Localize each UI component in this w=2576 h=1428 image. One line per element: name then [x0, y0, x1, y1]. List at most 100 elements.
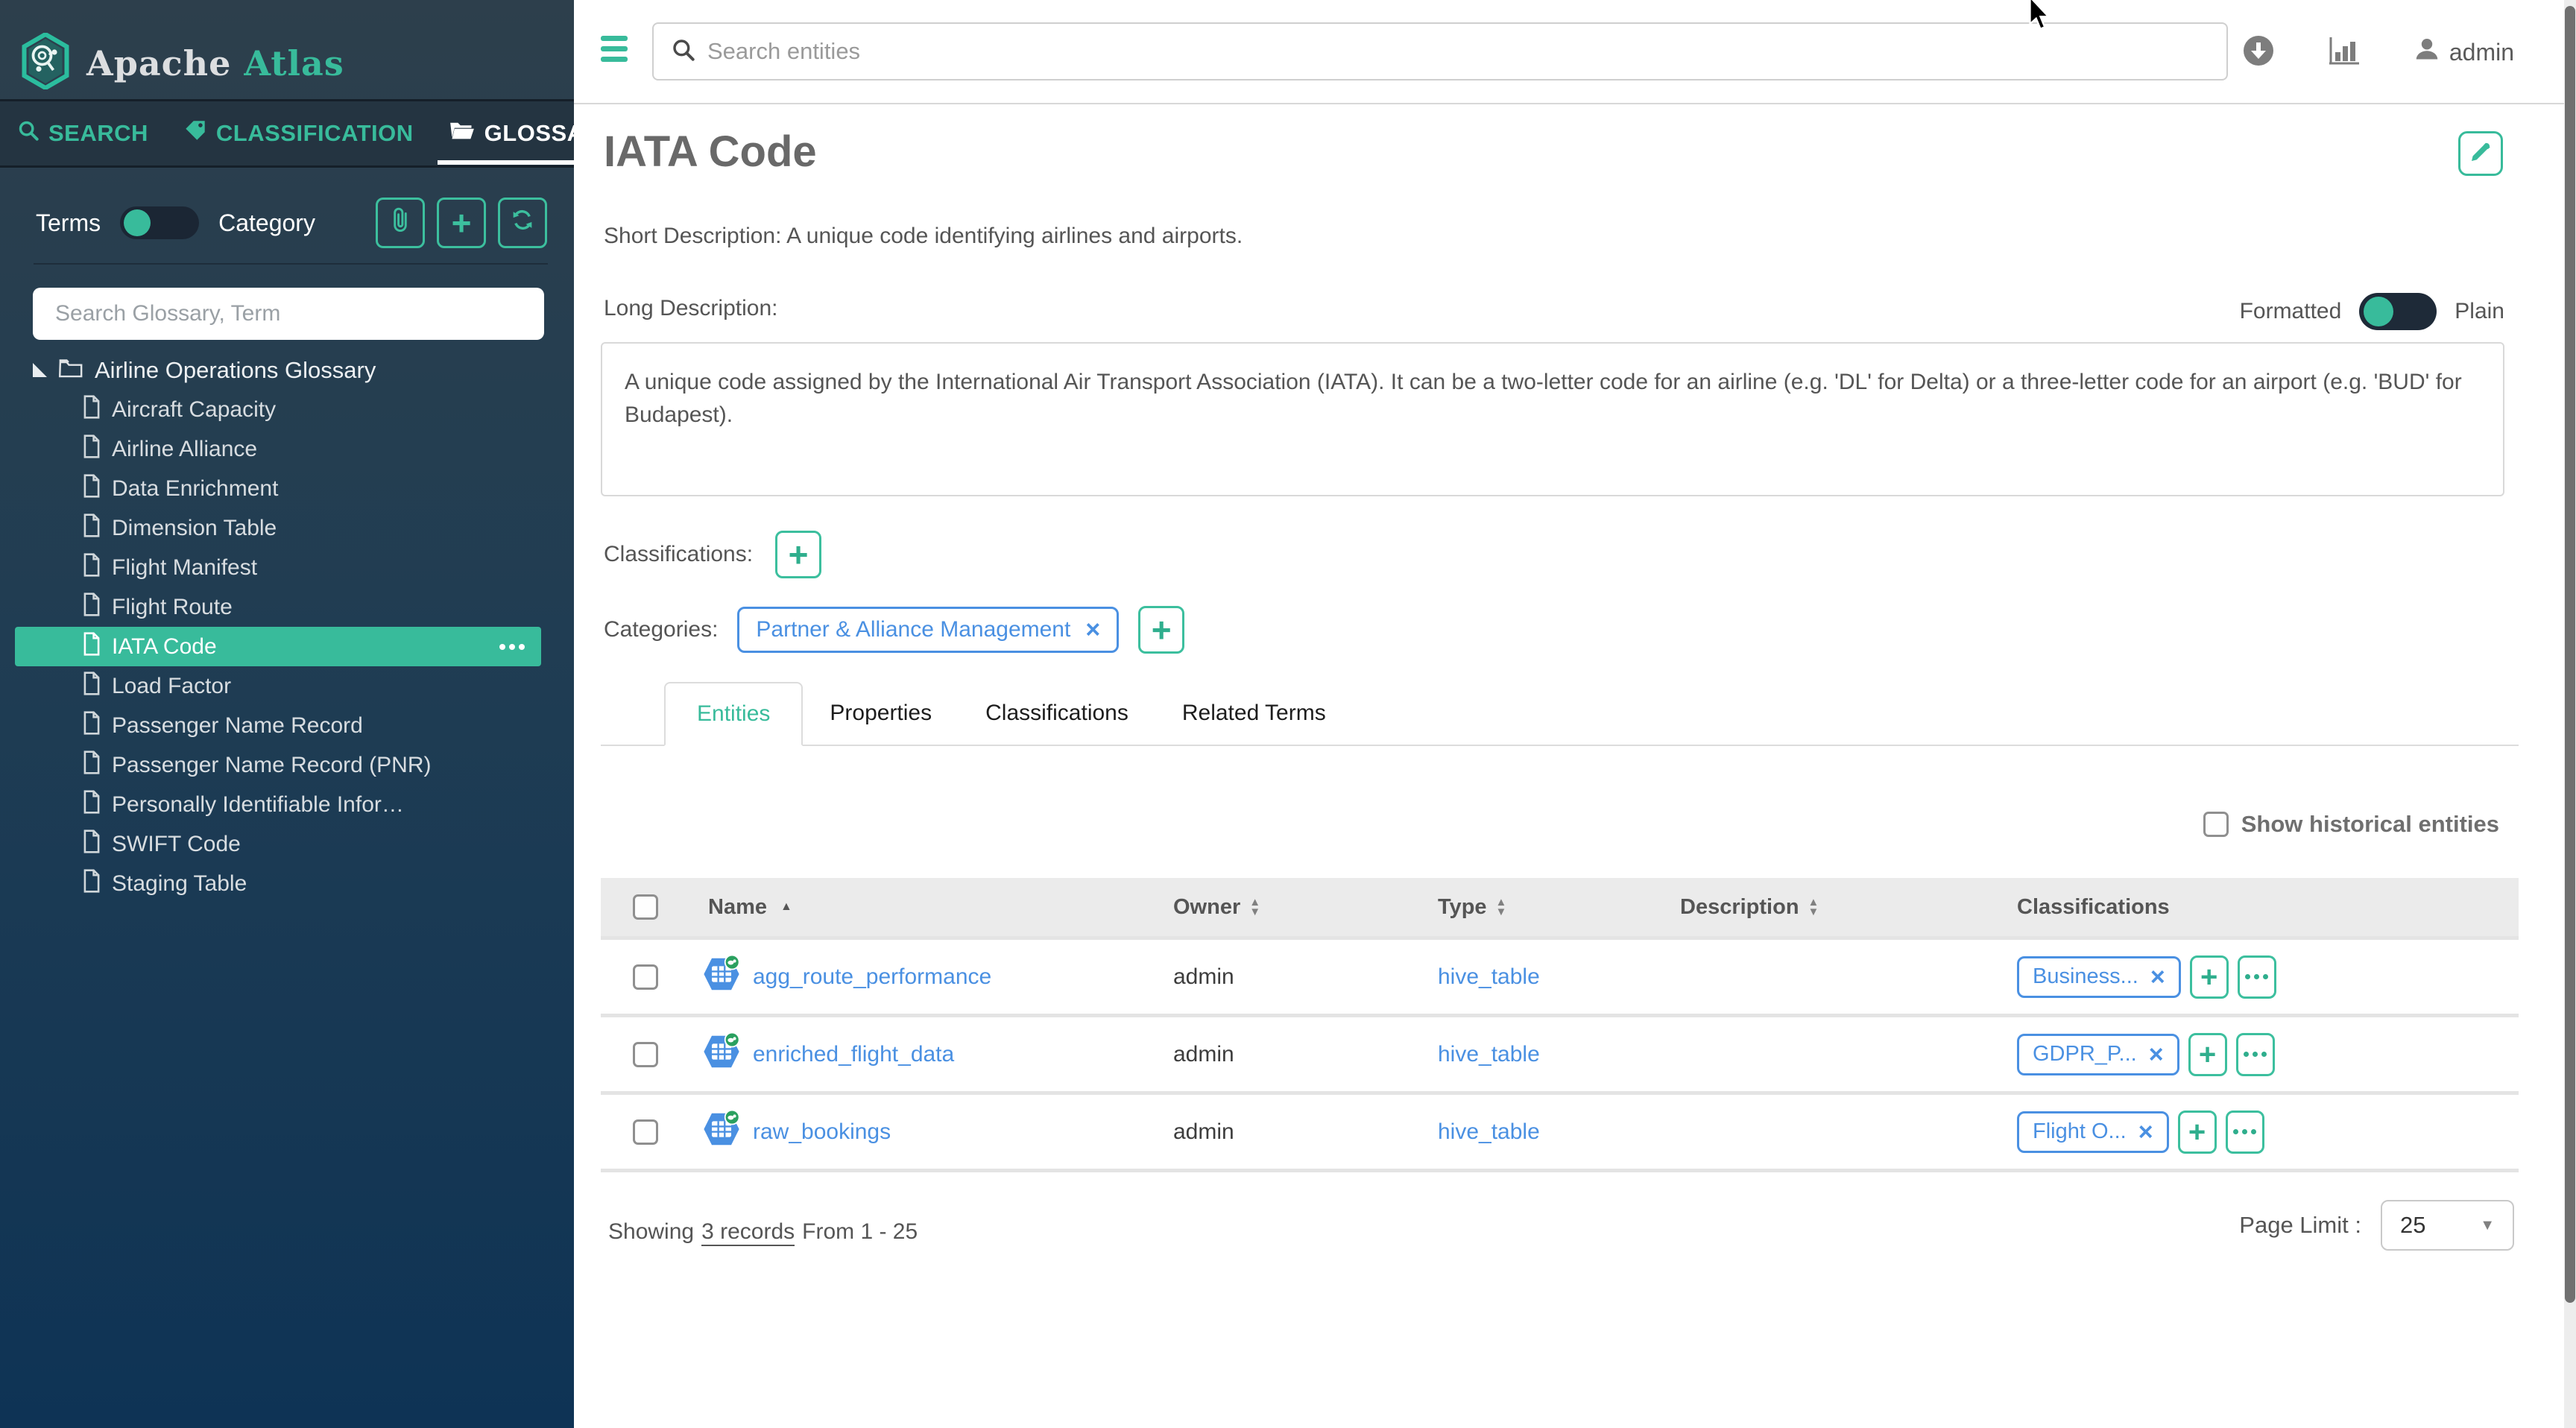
- file-icon: [82, 395, 101, 425]
- tree-term-item-selected[interactable]: IATA Code: [0, 627, 574, 666]
- refresh-icon: [511, 208, 534, 238]
- column-label: Type: [1438, 895, 1487, 920]
- caret-expanded-icon[interactable]: [33, 363, 47, 377]
- column-header-name[interactable]: Name ▲: [668, 895, 1145, 920]
- user-icon: [2414, 36, 2440, 69]
- row-options-button[interactable]: [2236, 1033, 2275, 1076]
- entity-type-link[interactable]: hive_table: [1438, 1119, 1540, 1144]
- entity-type-link[interactable]: hive_table: [1438, 964, 1540, 989]
- add-category-button[interactable]: +: [1138, 606, 1184, 654]
- scrollbar-thumb[interactable]: [2565, 6, 2575, 1303]
- records-count-link[interactable]: 3 records: [701, 1219, 795, 1246]
- tree-term-item[interactable]: SWIFT Code: [0, 824, 574, 864]
- classification-tag[interactable]: Flight O... ×: [2017, 1111, 2169, 1153]
- add-classification-button[interactable]: +: [2190, 955, 2229, 999]
- column-header-owner[interactable]: Owner ▲▼: [1145, 895, 1409, 920]
- glossary-search-input[interactable]: [33, 288, 544, 340]
- entity-name-link[interactable]: enriched_flight_data: [753, 1042, 954, 1067]
- tree-term-item[interactable]: Airline Alliance: [0, 429, 574, 469]
- classification-tag[interactable]: GDPR_P... ×: [2017, 1034, 2179, 1075]
- tab-related-terms[interactable]: Related Terms: [1155, 682, 1353, 745]
- refresh-button[interactable]: [498, 198, 547, 248]
- entity-name-link[interactable]: agg_route_performance: [753, 964, 991, 990]
- add-classification-button[interactable]: +: [2178, 1111, 2217, 1154]
- owner-cell: admin: [1145, 1119, 1409, 1145]
- tree-term-label: Load Factor: [112, 674, 231, 699]
- tree-term-item[interactable]: Personally Identifiable Infor…: [0, 785, 574, 824]
- edit-term-button[interactable]: [2458, 131, 2503, 176]
- user-menu[interactable]: admin: [2414, 36, 2514, 69]
- select-all-checkbox[interactable]: [633, 894, 658, 920]
- tree-term-item[interactable]: Passenger Name Record: [0, 706, 574, 745]
- plain-label: Plain: [2455, 299, 2504, 324]
- app-logo[interactable]: Apache Atlas: [21, 33, 344, 93]
- column-header-classifications: Classifications: [1989, 895, 2519, 920]
- row-checkbox[interactable]: [633, 1119, 658, 1145]
- tree-term-item[interactable]: Data Enrichment: [0, 469, 574, 508]
- tab-entities[interactable]: Entities: [664, 682, 803, 746]
- table-row: raw_bookings admin hive_table Flight O..…: [601, 1091, 2519, 1169]
- tree-term-item[interactable]: Flight Route: [0, 587, 574, 627]
- tree-term-label: SWIFT Code: [112, 832, 241, 857]
- sort-asc-icon: ▲: [780, 900, 792, 914]
- nav-tab-classification[interactable]: CLASSIFICATION: [184, 119, 414, 148]
- tab-classifications[interactable]: Classifications: [959, 682, 1155, 745]
- tab-properties[interactable]: Properties: [803, 682, 959, 745]
- sort-icon: ▲▼: [1249, 897, 1260, 917]
- entity-search-input[interactable]: [707, 38, 2209, 65]
- tree-term-item[interactable]: Load Factor: [0, 666, 574, 706]
- file-icon: [82, 553, 101, 583]
- remove-category-icon[interactable]: ×: [1085, 617, 1100, 642]
- tree-term-item[interactable]: Staging Table: [0, 864, 574, 903]
- attach-button[interactable]: [376, 198, 425, 248]
- create-glossary-button[interactable]: +: [437, 198, 486, 248]
- long-description-box[interactable]: A unique code assigned by the Internatio…: [601, 342, 2504, 496]
- tab-entities-label: Entities: [697, 701, 770, 727]
- add-classification-button[interactable]: +: [775, 531, 821, 578]
- remove-classification-icon[interactable]: ×: [2138, 1119, 2153, 1145]
- classification-tag[interactable]: Business... ×: [2017, 956, 2181, 998]
- app-title: Apache Atlas: [86, 43, 344, 83]
- tree-term-item[interactable]: Flight Manifest: [0, 548, 574, 587]
- stats-chart-icon[interactable]: [2329, 36, 2360, 69]
- row-checkbox[interactable]: [633, 964, 658, 990]
- entity-name-link[interactable]: raw_bookings: [753, 1119, 891, 1145]
- download-icon[interactable]: [2242, 34, 2275, 71]
- file-icon: [82, 632, 101, 662]
- remove-classification-icon[interactable]: ×: [2150, 964, 2165, 990]
- show-historical-checkbox[interactable]: [2203, 812, 2229, 837]
- tree-term-item[interactable]: Passenger Name Record (PNR): [0, 745, 574, 785]
- vertical-scrollbar[interactable]: [2564, 0, 2576, 1428]
- formatted-plain-toggle[interactable]: [2359, 293, 2437, 330]
- page-limit-select[interactable]: 25 ▼: [2381, 1200, 2514, 1251]
- terms-category-row: Terms Category +: [36, 196, 547, 250]
- terms-label: Terms: [36, 209, 101, 237]
- entity-type-link[interactable]: hive_table: [1438, 1042, 1540, 1067]
- column-header-type[interactable]: Type ▲▼: [1409, 895, 1652, 920]
- nav-tab-search-label: SEARCH: [48, 120, 148, 147]
- toggle-knob: [124, 209, 151, 236]
- column-label: Classifications: [2017, 895, 2170, 920]
- column-header-description[interactable]: Description ▲▼: [1652, 895, 1989, 920]
- remove-classification-icon[interactable]: ×: [2149, 1042, 2164, 1067]
- tree-term-item[interactable]: Aircraft Capacity: [0, 390, 574, 429]
- tree-node-glossary-root[interactable]: Airline Operations Glossary: [0, 350, 574, 390]
- terms-category-toggle[interactable]: [120, 206, 199, 239]
- nav-tab-search[interactable]: SEARCH: [18, 120, 148, 147]
- show-historical-label: Show historical entities: [2241, 811, 2499, 838]
- tab-classifications-label: Classifications: [985, 701, 1128, 726]
- row-checkbox[interactable]: [633, 1042, 658, 1067]
- term-options-kebab-icon[interactable]: [499, 644, 525, 650]
- entity-search-box[interactable]: [652, 22, 2228, 80]
- menu-icon[interactable]: [601, 36, 628, 62]
- add-classification-button[interactable]: +: [2188, 1033, 2227, 1076]
- row-options-button[interactable]: [2226, 1111, 2264, 1154]
- column-label: Name: [708, 895, 767, 920]
- format-toggle-row: Formatted Plain: [2240, 293, 2504, 330]
- file-icon: [82, 672, 101, 701]
- page-title: IATA Code: [604, 127, 817, 177]
- long-description-text: A unique code assigned by the Internatio…: [625, 370, 2462, 427]
- category-tag[interactable]: Partner & Alliance Management ×: [737, 607, 1119, 653]
- tree-term-item[interactable]: Dimension Table: [0, 508, 574, 548]
- row-options-button[interactable]: [2238, 955, 2276, 999]
